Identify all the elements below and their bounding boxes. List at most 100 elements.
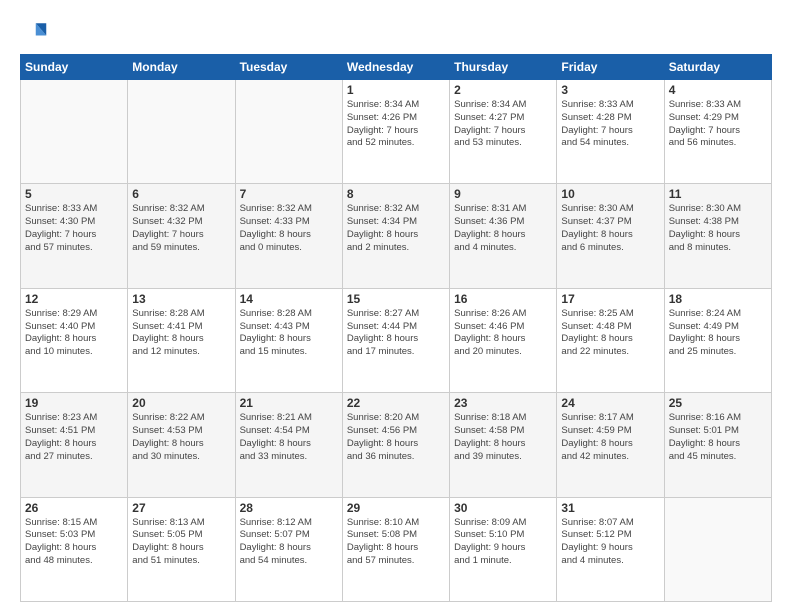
day-info: Sunrise: 8:32 AM Sunset: 4:32 PM Dayligh… xyxy=(132,203,230,254)
day-number: 2 xyxy=(454,83,552,97)
calendar-cell: 21 Sunrise: 8:21 AM Sunset: 4:54 PM Dayli… xyxy=(235,393,342,497)
calendar-cell: 25 Sunrise: 8:16 AM Sunset: 5:01 PM Dayli… xyxy=(664,393,771,497)
day-number: 30 xyxy=(454,501,552,515)
calendar-cell: 9 Sunrise: 8:31 AM Sunset: 4:36 PM Daylig… xyxy=(450,184,557,288)
day-info: Sunrise: 8:32 AM Sunset: 4:33 PM Dayligh… xyxy=(240,203,338,254)
day-number: 4 xyxy=(669,83,767,97)
calendar-cell xyxy=(21,80,128,184)
day-info: Sunrise: 8:25 AM Sunset: 4:48 PM Dayligh… xyxy=(561,308,659,359)
day-number: 5 xyxy=(25,187,123,201)
day-number: 27 xyxy=(132,501,230,515)
calendar-cell xyxy=(235,80,342,184)
weekday-header-thursday: Thursday xyxy=(450,55,557,80)
day-number: 28 xyxy=(240,501,338,515)
calendar-cell: 1Sunrise: 8:34 AM Sunset: 4:26 PM Daylig… xyxy=(342,80,449,184)
weekday-header-sunday: Sunday xyxy=(21,55,128,80)
calendar-cell xyxy=(128,80,235,184)
day-number: 7 xyxy=(240,187,338,201)
calendar-cell: 29 Sunrise: 8:10 AM Sunset: 5:08 PM Dayli… xyxy=(342,497,449,601)
day-info: Sunrise: 8:15 AM Sunset: 5:03 PM Dayligh… xyxy=(25,517,123,568)
day-number: 10 xyxy=(561,187,659,201)
day-number: 22 xyxy=(347,396,445,410)
calendar-cell: 28 Sunrise: 8:12 AM Sunset: 5:07 PM Dayli… xyxy=(235,497,342,601)
day-info: Sunrise: 8:33 AM Sunset: 4:28 PM Dayligh… xyxy=(561,99,659,150)
calendar-cell: 30 Sunrise: 8:09 AM Sunset: 5:10 PM Dayli… xyxy=(450,497,557,601)
day-info: Sunrise: 8:13 AM Sunset: 5:05 PM Dayligh… xyxy=(132,517,230,568)
calendar-cell: 10 Sunrise: 8:30 AM Sunset: 4:37 PM Dayli… xyxy=(557,184,664,288)
day-number: 11 xyxy=(669,187,767,201)
page: SundayMondayTuesdayWednesdayThursdayFrid… xyxy=(0,0,792,612)
day-info: Sunrise: 8:20 AM Sunset: 4:56 PM Dayligh… xyxy=(347,412,445,463)
weekday-header-tuesday: Tuesday xyxy=(235,55,342,80)
weekday-header-row: SundayMondayTuesdayWednesdayThursdayFrid… xyxy=(21,55,772,80)
day-info: Sunrise: 8:32 AM Sunset: 4:34 PM Dayligh… xyxy=(347,203,445,254)
calendar-cell: 4 Sunrise: 8:33 AM Sunset: 4:29 PM Daylig… xyxy=(664,80,771,184)
day-info: Sunrise: 8:09 AM Sunset: 5:10 PM Dayligh… xyxy=(454,517,552,568)
calendar-cell: 16 Sunrise: 8:26 AM Sunset: 4:46 PM Dayli… xyxy=(450,288,557,392)
day-info: Sunrise: 8:27 AM Sunset: 4:44 PM Dayligh… xyxy=(347,308,445,359)
day-number: 31 xyxy=(561,501,659,515)
day-info: Sunrise: 8:10 AM Sunset: 5:08 PM Dayligh… xyxy=(347,517,445,568)
calendar-cell: 18 Sunrise: 8:24 AM Sunset: 4:49 PM Dayli… xyxy=(664,288,771,392)
calendar-week-row: 5 Sunrise: 8:33 AM Sunset: 4:30 PM Daylig… xyxy=(21,184,772,288)
weekday-header-monday: Monday xyxy=(128,55,235,80)
day-number: 20 xyxy=(132,396,230,410)
calendar-cell: 12 Sunrise: 8:29 AM Sunset: 4:40 PM Dayli… xyxy=(21,288,128,392)
day-number: 25 xyxy=(669,396,767,410)
day-info: Sunrise: 8:22 AM Sunset: 4:53 PM Dayligh… xyxy=(132,412,230,463)
day-info: Sunrise: 8:29 AM Sunset: 4:40 PM Dayligh… xyxy=(25,308,123,359)
day-info: Sunrise: 8:21 AM Sunset: 4:54 PM Dayligh… xyxy=(240,412,338,463)
calendar-cell: 22 Sunrise: 8:20 AM Sunset: 4:56 PM Dayli… xyxy=(342,393,449,497)
calendar-week-row: 26 Sunrise: 8:15 AM Sunset: 5:03 PM Dayli… xyxy=(21,497,772,601)
day-info: Sunrise: 8:33 AM Sunset: 4:29 PM Dayligh… xyxy=(669,99,767,150)
calendar-cell: 8 Sunrise: 8:32 AM Sunset: 4:34 PM Daylig… xyxy=(342,184,449,288)
day-number: 12 xyxy=(25,292,123,306)
calendar-cell: 19Sunrise: 8:23 AM Sunset: 4:51 PM Dayli… xyxy=(21,393,128,497)
day-number: 16 xyxy=(454,292,552,306)
weekday-header-saturday: Saturday xyxy=(664,55,771,80)
calendar-cell: 5 Sunrise: 8:33 AM Sunset: 4:30 PM Daylig… xyxy=(21,184,128,288)
weekday-header-wednesday: Wednesday xyxy=(342,55,449,80)
calendar-cell xyxy=(664,497,771,601)
day-number: 15 xyxy=(347,292,445,306)
day-info: Sunrise: 8:17 AM Sunset: 4:59 PM Dayligh… xyxy=(561,412,659,463)
calendar-cell: 31Sunrise: 8:07 AM Sunset: 5:12 PM Dayli… xyxy=(557,497,664,601)
weekday-header-friday: Friday xyxy=(557,55,664,80)
day-info: Sunrise: 8:26 AM Sunset: 4:46 PM Dayligh… xyxy=(454,308,552,359)
day-info: Sunrise: 8:33 AM Sunset: 4:30 PM Dayligh… xyxy=(25,203,123,254)
day-number: 6 xyxy=(132,187,230,201)
calendar-cell: 17 Sunrise: 8:25 AM Sunset: 4:48 PM Dayli… xyxy=(557,288,664,392)
day-info: Sunrise: 8:16 AM Sunset: 5:01 PM Dayligh… xyxy=(669,412,767,463)
calendar-cell: 13Sunrise: 8:28 AM Sunset: 4:41 PM Dayli… xyxy=(128,288,235,392)
day-number: 8 xyxy=(347,187,445,201)
calendar-table: SundayMondayTuesdayWednesdayThursdayFrid… xyxy=(20,54,772,602)
header xyxy=(20,18,772,46)
calendar-cell: 20 Sunrise: 8:22 AM Sunset: 4:53 PM Dayli… xyxy=(128,393,235,497)
day-info: Sunrise: 8:30 AM Sunset: 4:37 PM Dayligh… xyxy=(561,203,659,254)
day-number: 26 xyxy=(25,501,123,515)
day-info: Sunrise: 8:24 AM Sunset: 4:49 PM Dayligh… xyxy=(669,308,767,359)
day-number: 3 xyxy=(561,83,659,97)
day-number: 23 xyxy=(454,396,552,410)
logo-icon xyxy=(20,18,48,46)
day-number: 14 xyxy=(240,292,338,306)
day-number: 13 xyxy=(132,292,230,306)
calendar-cell: 24 Sunrise: 8:17 AM Sunset: 4:59 PM Dayli… xyxy=(557,393,664,497)
day-info: Sunrise: 8:34 AM Sunset: 4:27 PM Dayligh… xyxy=(454,99,552,150)
day-info: Sunrise: 8:34 AM Sunset: 4:26 PM Dayligh… xyxy=(347,99,445,150)
calendar-cell: 27 Sunrise: 8:13 AM Sunset: 5:05 PM Dayli… xyxy=(128,497,235,601)
day-info: Sunrise: 8:12 AM Sunset: 5:07 PM Dayligh… xyxy=(240,517,338,568)
day-info: Sunrise: 8:31 AM Sunset: 4:36 PM Dayligh… xyxy=(454,203,552,254)
day-info: Sunrise: 8:28 AM Sunset: 4:43 PM Dayligh… xyxy=(240,308,338,359)
day-number: 18 xyxy=(669,292,767,306)
logo xyxy=(20,18,52,46)
day-info: Sunrise: 8:18 AM Sunset: 4:58 PM Dayligh… xyxy=(454,412,552,463)
day-info: Sunrise: 8:30 AM Sunset: 4:38 PM Dayligh… xyxy=(669,203,767,254)
day-number: 9 xyxy=(454,187,552,201)
day-number: 29 xyxy=(347,501,445,515)
day-number: 24 xyxy=(561,396,659,410)
calendar-cell: 26 Sunrise: 8:15 AM Sunset: 5:03 PM Dayli… xyxy=(21,497,128,601)
day-number: 21 xyxy=(240,396,338,410)
day-number: 17 xyxy=(561,292,659,306)
calendar-cell: 14 Sunrise: 8:28 AM Sunset: 4:43 PM Dayli… xyxy=(235,288,342,392)
